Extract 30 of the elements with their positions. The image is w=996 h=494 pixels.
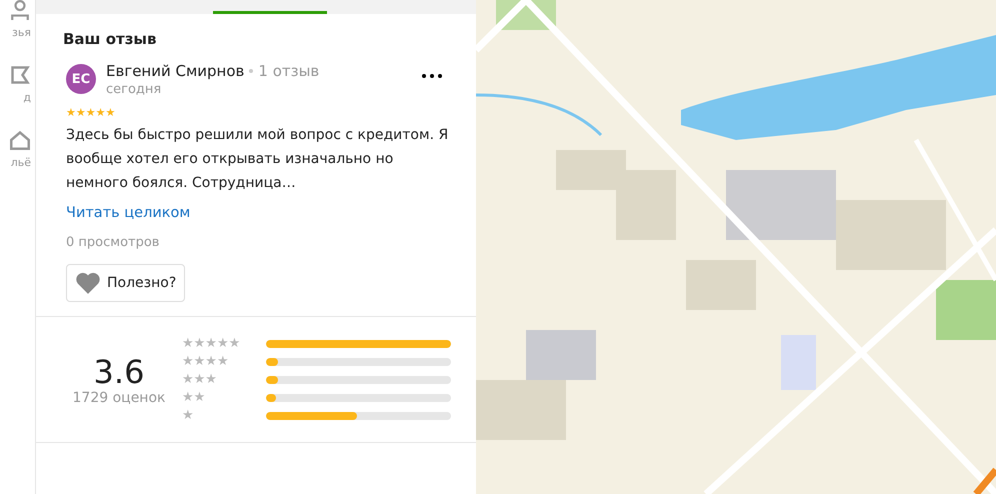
heart-icon: [75, 271, 101, 295]
helpful-button[interactable]: Полезно?: [66, 264, 186, 302]
read-more-link[interactable]: Читать целиком: [66, 205, 190, 221]
star-icon: ★: [66, 107, 76, 119]
section-title: Ваш отзыв: [63, 30, 156, 48]
person-icon: [9, 0, 31, 20]
review-count[interactable]: 1 отзыв: [258, 62, 320, 80]
review-date: сегодня: [106, 82, 162, 97]
star-icon: ★: [106, 107, 116, 119]
star-label: ★★★: [182, 371, 217, 388]
review-text: Здесь бы быстро решили мой вопрос с кредитом. Я вообще хотел его открывать изначально но немного боялся. Сотрудница…: [66, 126, 450, 193]
sidebar-item[interactable]: льё: [0, 130, 35, 169]
star-label: ★★★★★: [182, 335, 240, 352]
flag-icon: [9, 65, 31, 85]
star-label: ★★★★: [182, 353, 229, 370]
sidebar-item[interactable]: зья: [0, 0, 35, 39]
rating-count: 1729 оценок: [72, 390, 166, 406]
view-count: 0 просмотров: [66, 235, 160, 250]
house-icon: [9, 130, 31, 150]
star-icon: ★: [96, 107, 106, 119]
more-icon: [422, 74, 442, 78]
author-name[interactable]: Евгений Смирнов: [106, 62, 244, 80]
star-label: ★: [182, 407, 194, 424]
map-drawing[interactable]: [476, 0, 996, 494]
star-label: ★★: [182, 389, 206, 406]
star-icon: ★: [76, 107, 86, 119]
star-icon: ★: [86, 107, 96, 119]
sidebar-item[interactable]: д: [0, 65, 35, 104]
rating-score: 3.6: [94, 354, 144, 390]
avatar: ЕС: [66, 64, 96, 94]
